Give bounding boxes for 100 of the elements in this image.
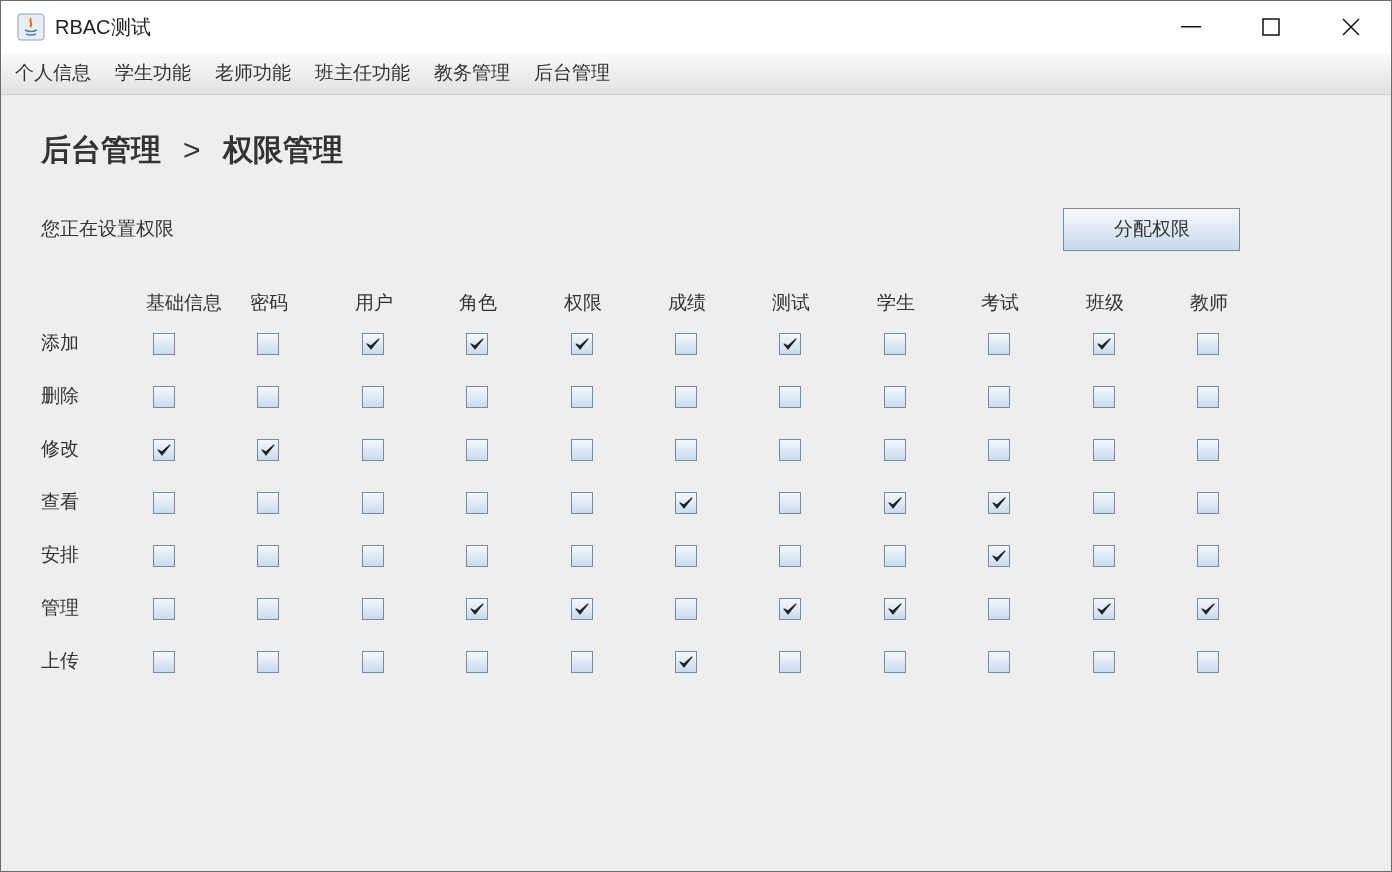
checkbox[interactable] [674, 544, 697, 567]
checkbox[interactable] [988, 438, 1011, 461]
menu-item[interactable]: 班主任功能 [315, 59, 410, 88]
checkbox[interactable] [570, 544, 593, 567]
checkbox[interactable] [570, 438, 593, 461]
checkbox[interactable] [570, 491, 593, 514]
checkbox[interactable] [466, 438, 489, 461]
checkbox[interactable] [674, 438, 697, 461]
checkbox[interactable] [361, 332, 384, 355]
checkbox[interactable] [1196, 597, 1219, 620]
checkbox[interactable] [570, 650, 593, 673]
checkbox[interactable] [153, 597, 175, 620]
checkbox[interactable] [361, 650, 384, 673]
checkbox[interactable] [1196, 491, 1219, 514]
checkbox[interactable] [153, 650, 175, 673]
menu-item[interactable]: 教务管理 [434, 59, 510, 88]
checkbox[interactable] [1196, 332, 1219, 355]
checkbox[interactable] [361, 438, 384, 461]
row-label: 上传 [41, 650, 79, 672]
checkbox[interactable] [1196, 650, 1219, 673]
checkbox[interactable] [988, 385, 1011, 408]
checkbox[interactable] [570, 597, 593, 620]
menu-item[interactable]: 个人信息 [15, 59, 91, 88]
checkbox[interactable] [674, 650, 697, 673]
menu-item[interactable]: 学生功能 [115, 59, 191, 88]
menu-item[interactable]: 后台管理 [534, 59, 610, 88]
check-icon [783, 337, 798, 350]
check-icon [470, 337, 485, 350]
checkbox[interactable] [883, 597, 906, 620]
checkbox[interactable] [257, 438, 280, 461]
checkbox[interactable] [883, 438, 906, 461]
checkbox[interactable] [153, 332, 175, 355]
checkbox[interactable] [1092, 385, 1115, 408]
checkbox[interactable] [1092, 650, 1115, 673]
checkbox[interactable] [883, 385, 906, 408]
checkbox[interactable] [153, 544, 175, 567]
checkbox[interactable] [1092, 544, 1115, 567]
check-icon [157, 443, 171, 456]
checkbox[interactable] [466, 597, 489, 620]
checkbox[interactable] [257, 597, 280, 620]
checkbox[interactable] [1092, 491, 1115, 514]
column-header: 成绩 [667, 291, 706, 313]
checkbox[interactable] [153, 491, 175, 514]
row-label: 添加 [41, 332, 79, 354]
checkbox[interactable] [779, 650, 802, 673]
row-label: 安排 [41, 544, 79, 566]
checkbox[interactable] [1196, 385, 1219, 408]
column-header: 密码 [250, 291, 289, 313]
checkbox[interactable] [361, 597, 384, 620]
checkbox[interactable] [153, 438, 175, 461]
checkbox[interactable] [988, 597, 1011, 620]
checkbox[interactable] [988, 544, 1011, 567]
checkbox[interactable] [361, 491, 384, 514]
checkbox[interactable] [988, 650, 1011, 673]
checkbox[interactable] [257, 491, 280, 514]
checkbox[interactable] [674, 597, 697, 620]
checkbox[interactable] [257, 544, 280, 567]
checkbox[interactable] [466, 650, 489, 673]
checkbox[interactable] [257, 385, 280, 408]
checkbox[interactable] [570, 385, 593, 408]
checkbox[interactable] [883, 650, 906, 673]
checkbox[interactable] [988, 491, 1011, 514]
checkbox[interactable] [674, 385, 697, 408]
assign-button[interactable]: 分配权限 [1063, 208, 1240, 251]
checkbox[interactable] [361, 385, 384, 408]
close-icon [1342, 18, 1360, 36]
checkbox[interactable] [361, 544, 384, 567]
check-icon [992, 496, 1007, 509]
checkbox[interactable] [1196, 544, 1219, 567]
checkbox[interactable] [466, 491, 489, 514]
checkbox[interactable] [1092, 597, 1115, 620]
checkbox[interactable] [466, 385, 489, 408]
checkbox[interactable] [153, 385, 175, 408]
checkbox[interactable] [779, 544, 802, 567]
checkbox[interactable] [570, 332, 593, 355]
checkbox[interactable] [779, 597, 802, 620]
minimize-icon [1181, 26, 1201, 28]
checkbox[interactable] [883, 491, 906, 514]
checkbox[interactable] [1092, 438, 1115, 461]
checkbox[interactable] [779, 438, 802, 461]
check-icon [887, 496, 902, 509]
checkbox[interactable] [674, 332, 697, 355]
checkbox[interactable] [779, 332, 802, 355]
checkbox[interactable] [466, 544, 489, 567]
checkbox[interactable] [257, 332, 280, 355]
checkbox[interactable] [779, 385, 802, 408]
check-icon [887, 602, 902, 615]
column-header: 测试 [772, 291, 811, 313]
checkbox[interactable] [883, 332, 906, 355]
checkbox[interactable] [988, 332, 1011, 355]
checkbox[interactable] [883, 544, 906, 567]
checkbox[interactable] [779, 491, 802, 514]
checkbox[interactable] [466, 332, 489, 355]
menu-item[interactable]: 老师功能 [215, 59, 291, 88]
checkbox[interactable] [257, 650, 280, 673]
checkbox[interactable] [674, 491, 697, 514]
check-icon [783, 602, 798, 615]
check-icon [1200, 602, 1215, 615]
checkbox[interactable] [1092, 332, 1115, 355]
checkbox[interactable] [1196, 438, 1219, 461]
